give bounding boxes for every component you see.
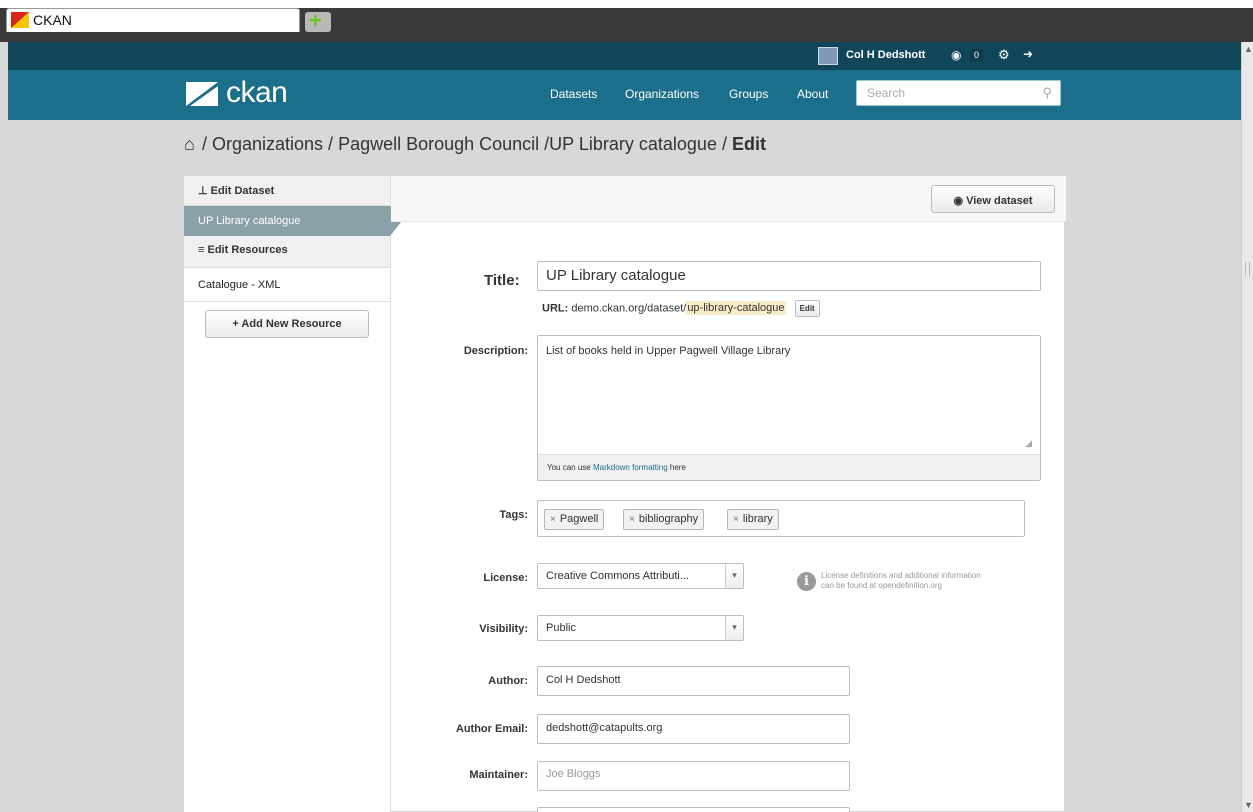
remove-tag-icon[interactable]: ×: [629, 514, 635, 525]
description-text: List of books held in Upper Pagwell Vill…: [546, 345, 791, 357]
sign-out-icon[interactable]: ➜: [1023, 47, 1033, 61]
search-icon[interactable]: ⚲: [1042, 85, 1052, 101]
author-value: Col H Dedshott: [546, 674, 621, 686]
chevron-down-icon: ▾: [725, 616, 743, 640]
nav-groups[interactable]: Groups: [729, 87, 768, 101]
maintainer-input[interactable]: [546, 768, 836, 780]
tag-label: Pagwell: [559, 513, 599, 525]
nav-organizations[interactable]: Organizations: [625, 87, 699, 101]
view-dataset-button[interactable]: ◉ View dataset: [931, 185, 1055, 213]
url-row: URL: demo.ckan.org/dataset/up-library-ca…: [542, 300, 820, 317]
nav-datasets[interactable]: Datasets: [550, 87, 597, 101]
tag-label: bibliography: [638, 513, 699, 525]
sidebar-heading-edit-resources: ≡ Edit Resources: [184, 236, 390, 268]
chevron-down-icon: ▾: [725, 564, 743, 588]
tags-input[interactable]: × Pagwell × bibliography × library: [537, 500, 1025, 537]
view-dataset-label: View dataset: [966, 195, 1033, 207]
dashboard-icon[interactable]: ◉: [951, 48, 961, 62]
visibility-label: Visibility:: [479, 623, 528, 635]
add-new-resource-label: Add New Resource: [241, 318, 342, 330]
url-label: URL:: [542, 302, 569, 315]
license-selected-value: Creative Commons Attributi...: [546, 570, 690, 582]
markdown-help-pre: You can use: [547, 463, 593, 472]
tag-label: library: [742, 513, 773, 525]
license-info-text: License definitions and additional infor…: [821, 571, 1041, 591]
tags-label: Tags:: [499, 509, 528, 521]
breadcrumb: ⌂ / Organizations / Pagwell Borough Counc…: [184, 134, 766, 155]
plus-icon: +: [309, 8, 322, 33]
add-new-resource-button[interactable]: + Add New Resource: [205, 310, 369, 338]
scroll-thumb[interactable]: [1245, 262, 1250, 276]
markdown-help-post: here: [667, 463, 686, 472]
license-label: License:: [483, 572, 528, 584]
markdown-help: You can use Markdown formatting here: [538, 454, 1040, 480]
title-label: Title:: [484, 272, 520, 289]
url-base: demo.ckan.org/dataset/: [571, 302, 687, 315]
edit-module: ⊥ Edit Dataset UP Library catalogue ≡ Ed…: [183, 175, 1066, 812]
maintainer-field: [537, 761, 850, 791]
tag-bibliography[interactable]: × bibliography: [623, 509, 705, 530]
author-email-value: dedshott@catapults.org: [546, 722, 663, 734]
browser-chrome: CKAN +: [0, 0, 1253, 42]
avatar-icon[interactable]: [818, 47, 838, 65]
ckan-logo-icon[interactable]: [184, 80, 220, 108]
account-masthead: Col H Dedshott ◉ 0 ⚙ ➜: [8, 42, 1241, 70]
tag-library[interactable]: × library: [727, 509, 779, 530]
vertical-scrollbar[interactable]: ▲ ▼: [1241, 42, 1253, 812]
maintainer-email-field[interactable]: [537, 807, 850, 812]
nav-about[interactable]: About: [797, 87, 828, 101]
author-email-field[interactable]: dedshott@catapults.org: [537, 714, 850, 744]
chrome-top-strip: [0, 0, 1253, 8]
breadcrumb-current: Edit: [731, 134, 766, 154]
license-info-pre: can be found at: [821, 581, 879, 590]
markdown-link[interactable]: Markdown formatting: [593, 463, 668, 472]
remove-tag-icon[interactable]: ×: [550, 514, 556, 525]
gear-icon[interactable]: ⚙: [998, 47, 1010, 63]
author-email-label: Author Email:: [455, 723, 528, 735]
sidebar-heading-edit-dataset: ⊥ Edit Dataset: [184, 176, 390, 206]
sidebar-item-resource[interactable]: Catalogue - XML: [184, 268, 390, 302]
sidebar: ⊥ Edit Dataset UP Library catalogue ≡ Ed…: [184, 176, 402, 812]
search-box: ⚲: [856, 80, 1061, 106]
sidebar-heading-label: Edit Resources: [207, 244, 288, 256]
url-edit-button[interactable]: Edit: [794, 300, 820, 317]
sitemap-icon: ⊥: [198, 185, 208, 197]
list-icon: ≡: [198, 244, 205, 256]
main-masthead: ckan Datasets Organizations Groups About…: [8, 70, 1241, 120]
search-input[interactable]: [867, 82, 1037, 104]
license-info-line: License definitions and additional infor…: [821, 571, 981, 580]
tag-pagwell[interactable]: × Pagwell: [544, 509, 605, 530]
visibility-select[interactable]: Public ▾: [537, 615, 744, 641]
new-tab-button[interactable]: +: [305, 8, 331, 33]
info-icon: i: [797, 572, 816, 591]
license-select[interactable]: Creative Commons Attributi... ▾: [537, 563, 744, 589]
home-icon[interactable]: ⌂: [184, 134, 202, 155]
eye-icon: ◉: [953, 195, 964, 207]
title-input[interactable]: UP Library catalogue: [537, 261, 1041, 291]
plus-icon: +: [232, 318, 239, 330]
maintainer-label: Maintainer:: [469, 769, 528, 781]
sidebar-item-dataset[interactable]: UP Library catalogue: [184, 206, 402, 236]
resize-handle-icon[interactable]: ◢: [1025, 438, 1032, 449]
description-label: Description:: [463, 345, 528, 357]
logo-text[interactable]: ckan: [226, 76, 288, 110]
dashboard-count-badge[interactable]: 0: [970, 49, 984, 61]
author-label: Author:: [488, 675, 528, 687]
remove-tag-icon[interactable]: ×: [733, 514, 739, 525]
breadcrumb-path[interactable]: / Organizations / Pagwell Borough Counci…: [202, 134, 732, 154]
description-textarea[interactable]: List of books held in Upper Pagwell Vill…: [537, 335, 1041, 481]
user-name-link[interactable]: Col H Dedshott: [846, 49, 925, 61]
opendefinition-link[interactable]: opendefinition.org: [878, 581, 942, 590]
author-field[interactable]: Col H Dedshott: [537, 666, 850, 696]
scroll-down-arrow-icon[interactable]: ▼: [1244, 800, 1253, 810]
ckan-favicon-icon: [11, 12, 29, 28]
visibility-selected-value: Public: [546, 622, 576, 634]
url-slug: up-library-catalogue: [686, 301, 786, 316]
sidebar-heading-label: Edit Dataset: [210, 185, 275, 197]
browser-tab[interactable]: CKAN: [6, 8, 300, 32]
tab-title: CKAN: [33, 12, 72, 28]
scroll-up-arrow-icon[interactable]: ▲: [1244, 44, 1253, 54]
